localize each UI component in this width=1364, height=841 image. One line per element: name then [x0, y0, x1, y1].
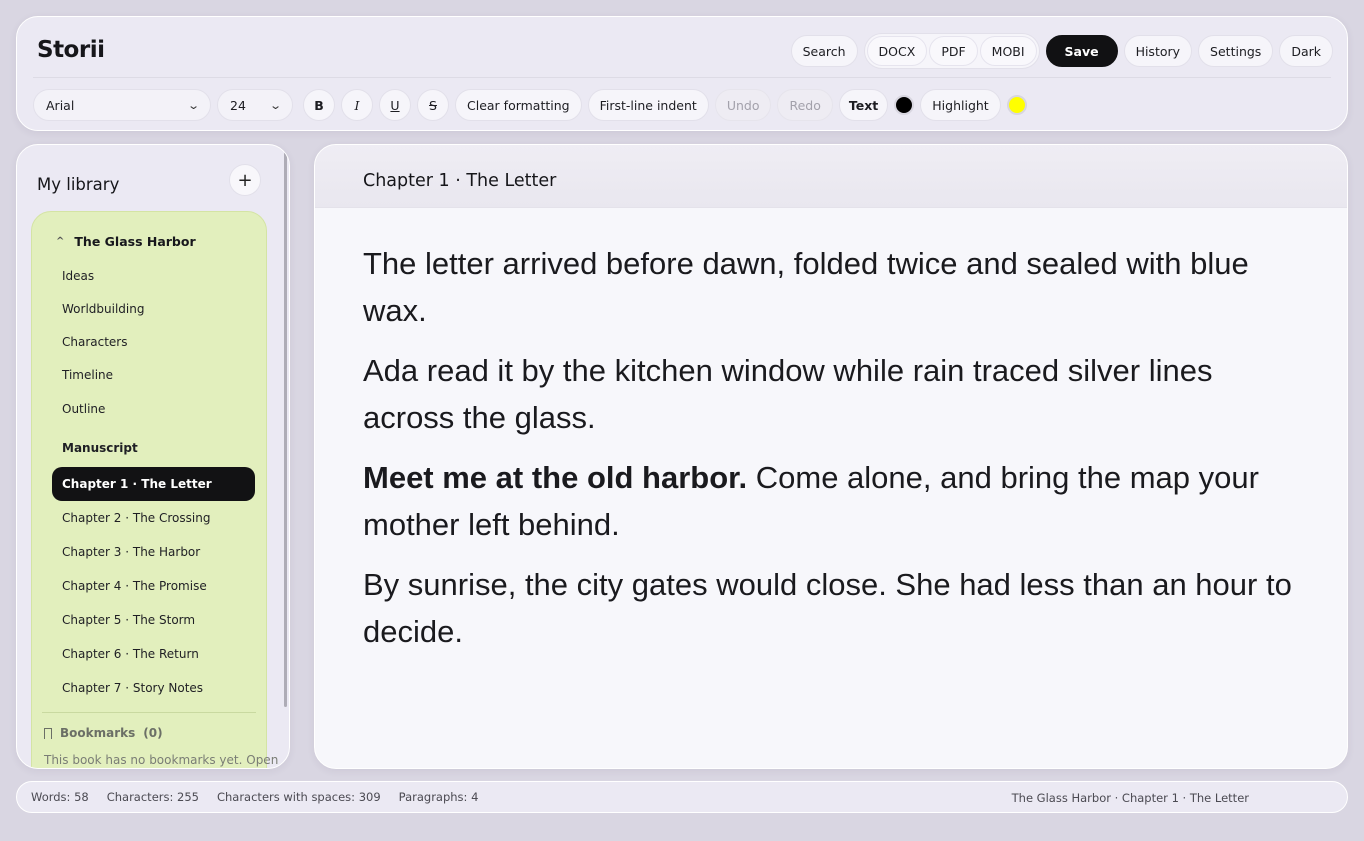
font-size-select[interactable]: 24 ⌄ — [217, 89, 293, 121]
bookmarks-count: (0) — [143, 726, 163, 740]
manuscript-heading: Manuscript — [62, 441, 138, 455]
bookmarks-header[interactable]: Bookmarks (0) — [44, 726, 163, 740]
first-line-indent-button[interactable]: First-line indent — [587, 89, 709, 121]
font-size-value: 24 — [230, 97, 246, 113]
paragraph-count: Paragraphs: 4 — [398, 790, 479, 804]
sidebar-item-chapter-5[interactable]: Chapter 5 · The Storm — [62, 613, 195, 627]
bookmarks-title: Bookmarks — [60, 726, 136, 740]
chapter-title[interactable]: Chapter 1 · The Letter — [363, 171, 556, 191]
sidebar-item-worldbuilding[interactable]: Worldbuilding — [62, 302, 144, 316]
bookmark-icon — [44, 727, 52, 739]
export-mobi-button[interactable]: MOBI — [979, 36, 1037, 66]
toolbar-divider — [33, 77, 1331, 78]
italic-button[interactable]: I — [341, 89, 373, 121]
highlight-button[interactable]: Highlight — [920, 89, 1001, 121]
app-logo: Storii — [37, 37, 105, 63]
character-with-spaces-count: Characters with spaces: 309 — [216, 790, 381, 804]
top-actions: Search DOCX PDF MOBI Save History Settin… — [790, 33, 1333, 69]
text-run: The letter arrived before dawn, folded t… — [363, 246, 1249, 328]
font-family-value: Arial — [46, 97, 75, 113]
paragraph[interactable]: Meet me at the old harbor. Come alone, a… — [363, 454, 1303, 548]
sidebar-item-chapter-4[interactable]: Chapter 4 · The Promise — [62, 579, 207, 593]
book-header[interactable]: ^ The Glass Harbor — [56, 234, 196, 249]
settings-button[interactable]: Settings — [1198, 35, 1274, 67]
redo-button[interactable]: Redo — [777, 89, 833, 121]
sidebar-item-ideas[interactable]: Ideas — [62, 269, 94, 283]
character-count: Characters: 255 — [106, 790, 199, 804]
chevron-up-icon: ^ — [56, 236, 65, 247]
search-button[interactable]: Search — [790, 35, 858, 67]
book-title: The Glass Harbor — [74, 234, 196, 249]
sidebar-item-chapter-2[interactable]: Chapter 2 · The Crossing — [62, 511, 210, 525]
editor-header: Chapter 1 · The Letter — [315, 145, 1347, 208]
editor-text-area[interactable]: The letter arrived before dawn, folded t… — [363, 240, 1303, 668]
bookmarks-divider — [42, 712, 256, 713]
text-color-swatch[interactable] — [894, 95, 915, 115]
library-title: My library — [37, 175, 120, 194]
bookmarks-empty-text: This book has no bookmarks yet. Open — [44, 753, 279, 767]
plus-icon: + — [237, 169, 253, 191]
sidebar-item-chapter-3[interactable]: Chapter 3 · The Harbor — [62, 545, 200, 559]
clear-formatting-button[interactable]: Clear formatting — [455, 89, 582, 121]
status-bar: Words: 58 Characters: 255 Characters wit… — [16, 781, 1348, 813]
editor-panel: Chapter 1 · The Letter The letter arrive… — [314, 144, 1348, 769]
paragraph[interactable]: By sunrise, the city gates would close. … — [363, 561, 1303, 655]
sidebar-item-characters[interactable]: Characters — [62, 335, 128, 349]
sidebar-scrollbar[interactable] — [284, 149, 287, 707]
add-book-button[interactable]: + — [229, 164, 261, 196]
paragraph[interactable]: Ada read it by the kitchen window while … — [363, 347, 1303, 441]
undo-button[interactable]: Undo — [714, 89, 772, 121]
book-panel: ^ The Glass Harbor Ideas Worldbuilding C… — [31, 211, 278, 768]
sidebar-item-timeline[interactable]: Timeline — [62, 368, 113, 382]
word-count: Words: 58 — [31, 790, 89, 804]
sidebar-item-outline[interactable]: Outline — [62, 402, 105, 416]
text-run: Ada read it by the kitchen window while … — [363, 353, 1213, 435]
top-bar: Storii Search DOCX PDF MOBI Save History… — [16, 16, 1348, 131]
highlight-color-swatch[interactable] — [1006, 95, 1027, 115]
text-run: By sunrise, the city gates would close. … — [363, 567, 1292, 649]
bold-run: Meet me at the old harbor. — [363, 460, 748, 495]
format-toolbar: Arial ⌄ 24 ⌄ B I U S Clear formatting Fi… — [33, 89, 1027, 121]
dark-mode-button[interactable]: Dark — [1279, 35, 1333, 67]
breadcrumb: The Glass Harbor · Chapter 1 · The Lette… — [1011, 791, 1249, 805]
export-pdf-button[interactable]: PDF — [929, 36, 978, 66]
strikethrough-button[interactable]: S — [417, 89, 449, 121]
bold-button[interactable]: B — [303, 89, 335, 121]
font-family-select[interactable]: Arial ⌄ — [33, 89, 211, 121]
text-color-label: Text — [838, 89, 889, 121]
chevron-down-icon: ⌄ — [268, 98, 282, 112]
sidebar-item-chapter-7[interactable]: Chapter 7 · Story Notes — [62, 681, 203, 695]
chevron-down-icon: ⌄ — [186, 98, 200, 112]
export-group: DOCX PDF MOBI — [863, 33, 1040, 69]
paragraph[interactable]: The letter arrived before dawn, folded t… — [363, 240, 1303, 334]
save-button[interactable]: Save — [1045, 35, 1118, 67]
sidebar-item-chapter-1[interactable]: Chapter 1 · The Letter — [52, 467, 255, 501]
sidebar-item-chapter-6[interactable]: Chapter 6 · The Return — [62, 647, 199, 661]
library-sidebar: My library + ^ The Glass Harbor Ideas Wo… — [16, 144, 290, 769]
history-button[interactable]: History — [1123, 35, 1193, 67]
export-docx-button[interactable]: DOCX — [866, 36, 928, 66]
underline-button[interactable]: U — [379, 89, 411, 121]
